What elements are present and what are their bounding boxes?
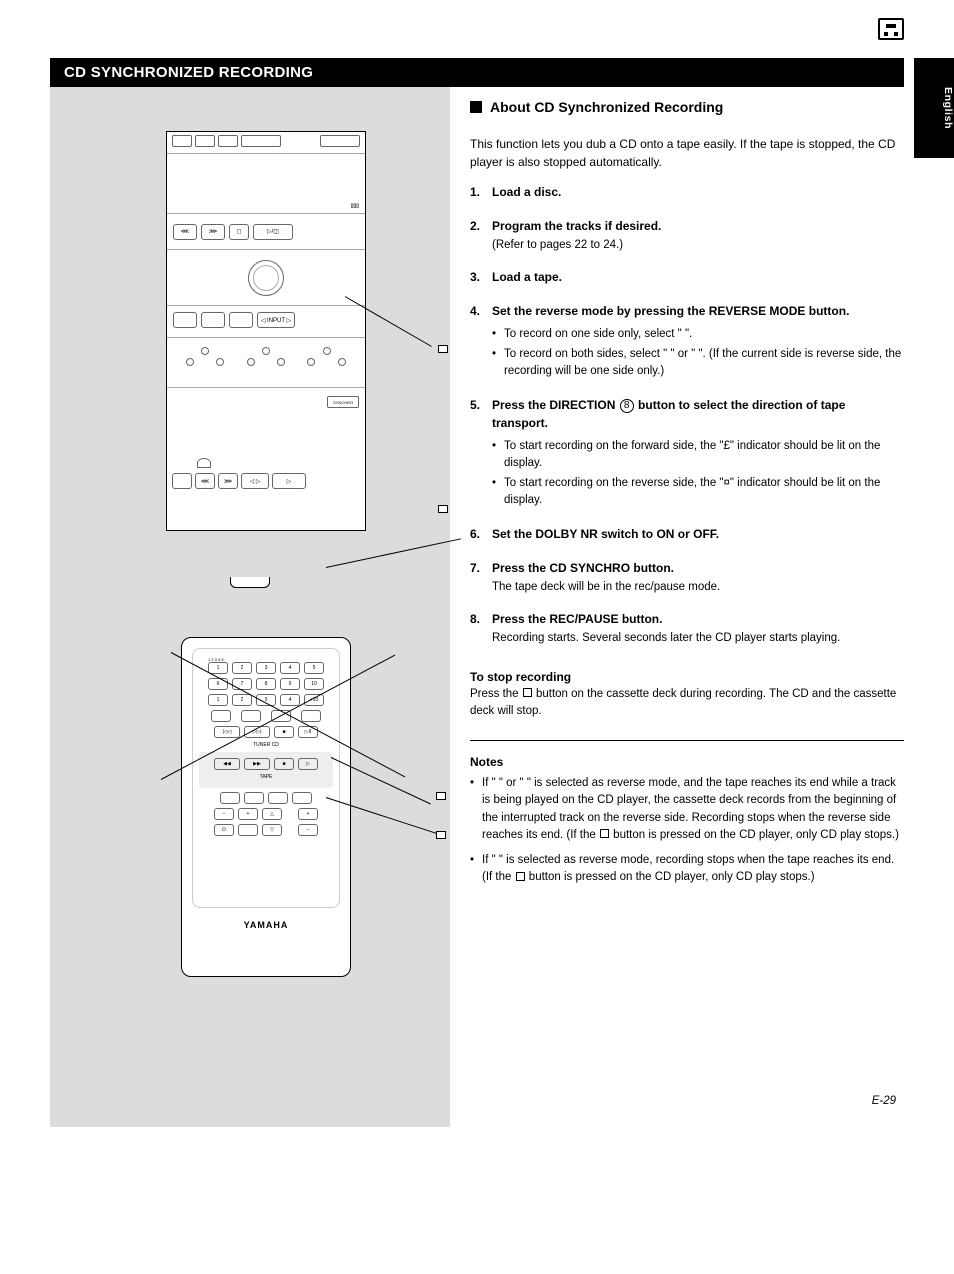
language-tab: English xyxy=(914,58,954,158)
stop-icon xyxy=(516,872,525,881)
callout-remote-tape-stop xyxy=(436,831,446,839)
section-title: CD SYNCHRONIZED RECORDING xyxy=(50,58,904,87)
divider xyxy=(470,740,904,741)
callout-tape-stop xyxy=(438,505,448,513)
stop-heading: To stop recording xyxy=(470,670,904,684)
remote-brand-logo: YAMAHA xyxy=(182,920,350,930)
direction-button-ref: 8 xyxy=(620,399,634,413)
note-item: If " " is selected as reverse mode, reco… xyxy=(470,852,904,887)
notes-heading: Notes xyxy=(470,755,904,769)
heading-square-icon xyxy=(470,101,482,113)
steps-list: 1. Load a disc. 2. Program the tracks if… xyxy=(470,183,904,648)
note-item: If " " or " " is selected as reverse mod… xyxy=(470,775,904,844)
section-heading: About CD Synchronized Recording xyxy=(470,99,904,115)
callout-cd-stop xyxy=(438,345,448,353)
page-number: E-29 xyxy=(872,1095,896,1107)
stereo-unit-diagram: ▯▯▯ ⋘ ⋙ ◻ ▷/◫ ◁ INPUT xyxy=(166,131,366,531)
stop-body: Press the button on the cassette deck du… xyxy=(470,686,904,721)
remote-control-diagram: 1 2 3 4 5 12345 678910 1234+10 xyxy=(181,637,351,977)
lead-paragraph: This function lets you dub a CD onto a t… xyxy=(470,135,904,171)
callout-remote-cd-stop xyxy=(436,792,446,800)
stop-icon xyxy=(600,829,609,838)
illustrations-column: ▯▯▯ ⋘ ⋙ ◻ ▷/◫ ◁ INPUT xyxy=(50,87,450,1127)
stop-icon xyxy=(523,688,532,697)
instructions-column: About CD Synchronized Recording This fun… xyxy=(470,87,904,1127)
cassette-icon xyxy=(878,18,904,40)
